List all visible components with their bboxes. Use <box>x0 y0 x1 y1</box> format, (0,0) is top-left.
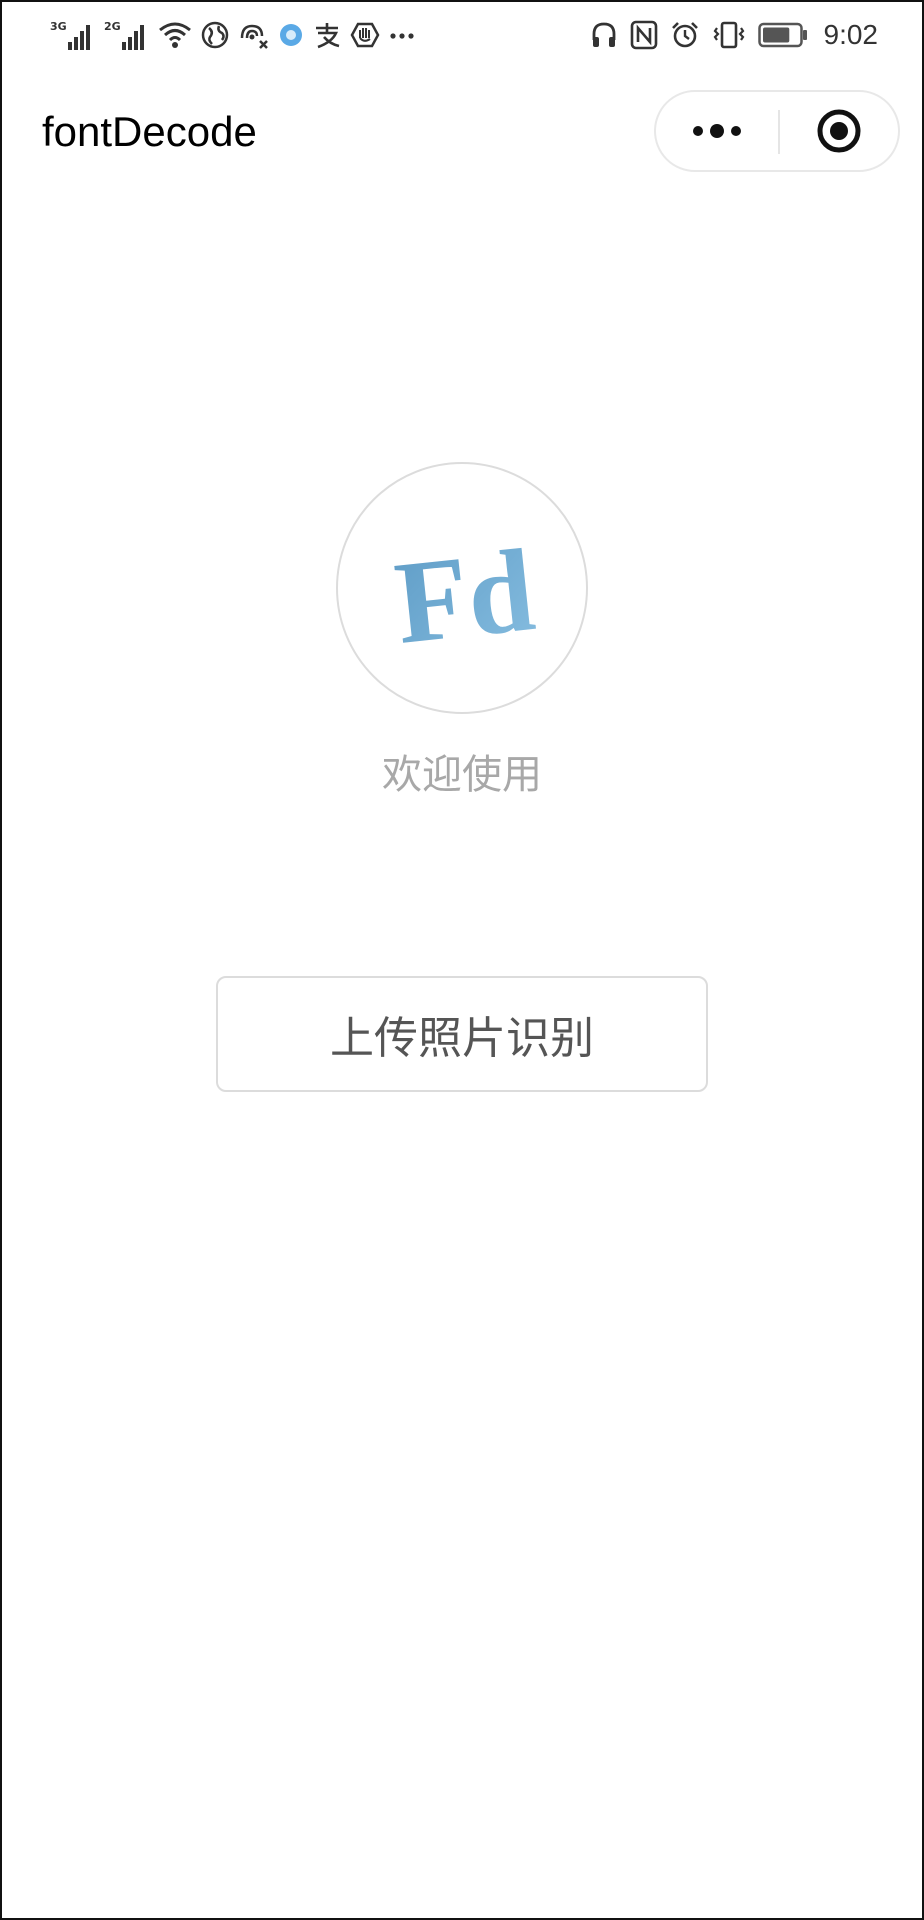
page-title: fontDecode <box>42 108 257 155</box>
battery-icon <box>757 18 808 52</box>
wifi-icon <box>158 18 192 52</box>
more-notifications-icon <box>388 18 416 52</box>
welcome-text: 欢迎使用 <box>382 752 542 798</box>
status-time: 9:02 <box>823 19 879 50</box>
nav-bar: fontDecode <box>0 70 924 194</box>
hand-icon <box>350 18 380 52</box>
browser-app-icon <box>278 18 304 52</box>
globe-icon <box>200 18 230 52</box>
vibrate-icon <box>712 18 746 52</box>
signal-2g-label: 2G <box>104 20 121 33</box>
close-button[interactable] <box>780 92 898 170</box>
status-right-icons: 9:02 <box>590 14 879 56</box>
signal-3g-icon: 3G <box>50 18 96 52</box>
target-close-icon <box>817 109 861 153</box>
signal-3g-label: 3G <box>50 20 67 33</box>
fd-logo-icon: Fd <box>389 524 540 669</box>
nfc-icon <box>630 18 658 52</box>
alipay-icon <box>312 18 342 52</box>
headset-icon <box>590 18 618 52</box>
alarm-icon <box>670 18 700 52</box>
more-button[interactable] <box>656 92 778 170</box>
device-frame <box>0 0 924 1920</box>
status-left-icons: 3G 2G <box>50 14 416 56</box>
upload-photo-button[interactable]: 上传照片识别 <box>216 976 708 1092</box>
app-logo: Fd <box>336 462 588 714</box>
menu-capsule <box>654 90 900 172</box>
signal-2g-icon: 2G <box>104 18 150 52</box>
hotspot-off-icon <box>238 18 270 52</box>
more-dots-icon <box>693 124 741 138</box>
status-bar: 3G 2G 9:02 <box>0 0 924 70</box>
battery-level-fill <box>762 27 789 43</box>
logo-text: Fd <box>389 524 540 669</box>
